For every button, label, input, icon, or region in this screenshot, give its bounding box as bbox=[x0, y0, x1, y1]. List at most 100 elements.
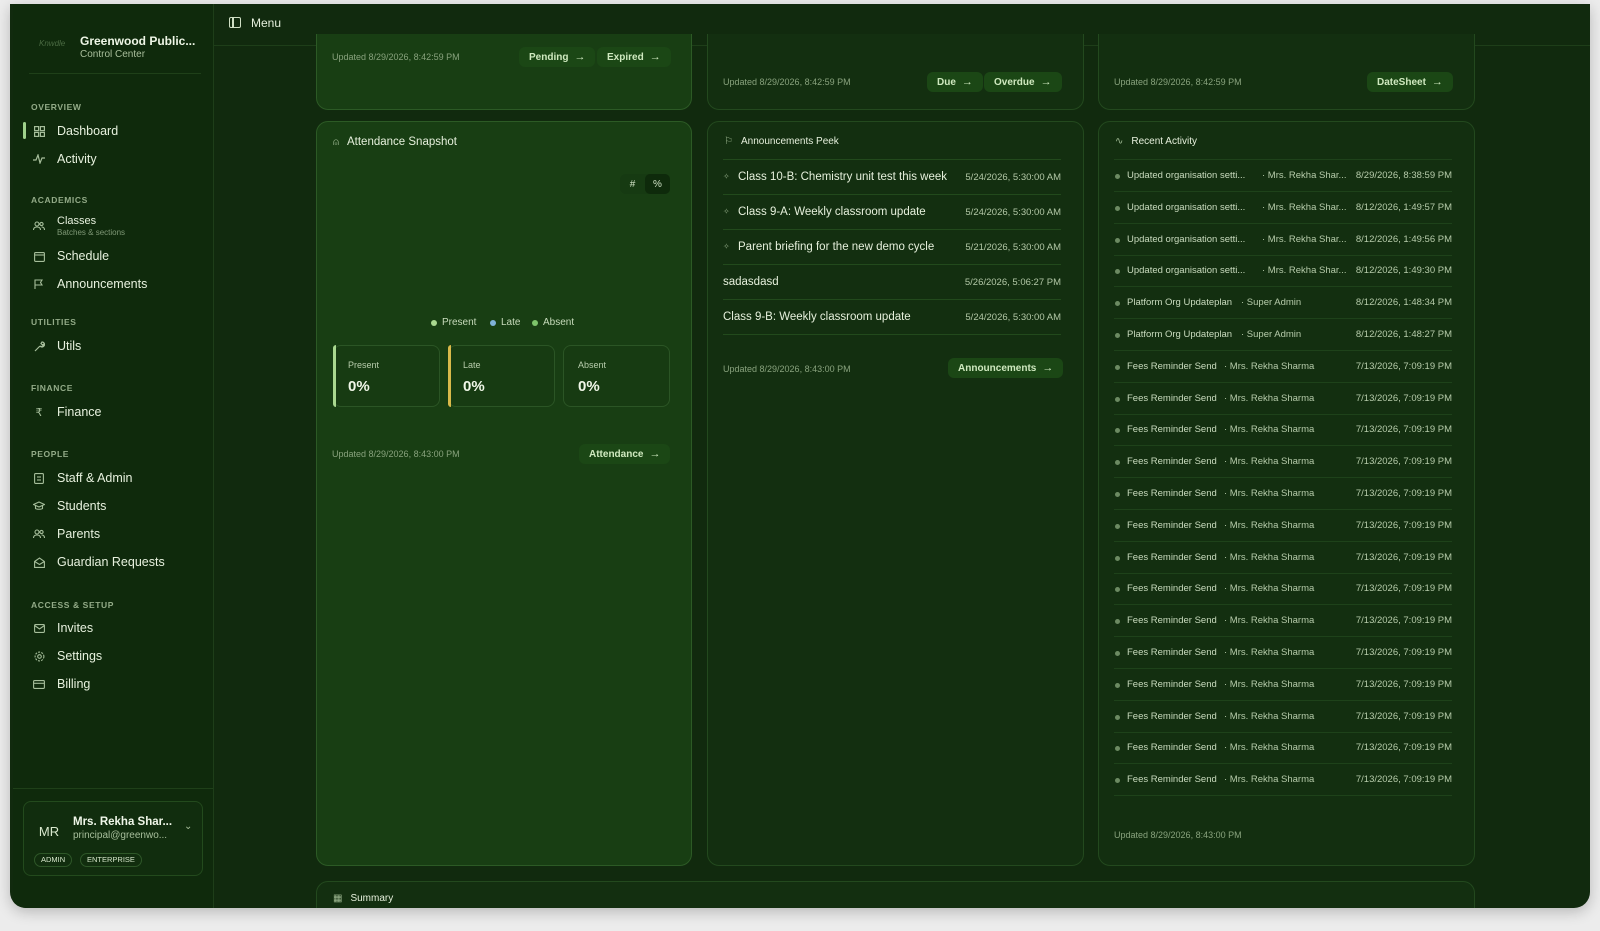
activity-actor: · Mrs. Rekha Sharma bbox=[1224, 615, 1315, 627]
activity-item[interactable]: Fees Reminder Send · Mrs. Rekha Sharma 7/1… bbox=[1114, 510, 1452, 542]
activity-item[interactable]: Fees Reminder Send · Mrs. Rekha Sharma 7/1… bbox=[1114, 637, 1452, 669]
plan-badge: ENTERPRISE bbox=[80, 853, 142, 867]
card-title-text: Summary bbox=[350, 893, 394, 904]
activity-title: Updated organisation setti... bbox=[1127, 201, 1246, 213]
announcement-item[interactable]: ✧ Class 9-A: Weekly classroom update 5/24/… bbox=[723, 195, 1061, 230]
user-menu[interactable]: MR Mrs. Rekha Shar... principal@greenwo.… bbox=[23, 801, 203, 876]
sidebar-item-announcements[interactable]: Announcements bbox=[27, 272, 207, 296]
attendance-link[interactable]: Attendance → bbox=[579, 444, 671, 464]
flag-icon bbox=[32, 277, 46, 291]
bullet-dot bbox=[1115, 714, 1120, 720]
activity-actor: · Super Admin bbox=[1241, 297, 1302, 309]
activity-item[interactable]: Fees Reminder Send · Mrs. Rekha Sharma 7/1… bbox=[1114, 383, 1452, 415]
overdue-link[interactable]: Overdue → bbox=[984, 72, 1062, 92]
activity-item[interactable]: Fees Reminder Send · Mrs. Rekha Sharma 7/1… bbox=[1114, 573, 1452, 606]
activity-title: Fees Reminder Send bbox=[1127, 774, 1217, 786]
mail-open-icon bbox=[32, 555, 46, 569]
sidebar-item-staff[interactable]: Staff & Admin bbox=[27, 466, 207, 490]
sidebar-item-label: Students bbox=[57, 499, 107, 513]
datesheet-link[interactable]: DateSheet → bbox=[1367, 72, 1453, 92]
avatar: MR bbox=[38, 823, 60, 839]
activity-title: Updated organisation setti... bbox=[1127, 233, 1246, 245]
sidebar-item-dashboard[interactable]: Dashboard bbox=[23, 119, 207, 143]
section-academics: ACADEMICS bbox=[31, 195, 88, 205]
sidebar-item-finance[interactable]: ₹ Finance bbox=[27, 400, 207, 424]
card-title-text: Recent Activity bbox=[1131, 136, 1197, 147]
sidebar-item-label: Settings bbox=[57, 649, 103, 663]
activity-item[interactable]: Fees Reminder Send · Mrs. Rekha Sharma 7/1… bbox=[1114, 414, 1452, 447]
sidebar-item-schedule[interactable]: Schedule bbox=[27, 244, 207, 268]
activity-item[interactable]: Fees Reminder Send · Mrs. Rekha Sharma 7/1… bbox=[1114, 764, 1452, 797]
activity-item[interactable]: Fees Reminder Send · Mrs. Rekha Sharma 7/1… bbox=[1114, 351, 1452, 383]
activity-item[interactable]: Fees Reminder Send · Mrs. Rekha Sharma 7/1… bbox=[1114, 605, 1452, 638]
activity-item[interactable]: Platform Org Updateplan · Super Admin 8/12… bbox=[1114, 287, 1452, 320]
sidebar-item-activity[interactable]: Activity bbox=[27, 147, 207, 171]
sidebar-item-guardian-requests[interactable]: Guardian Requests bbox=[27, 550, 207, 574]
sidebar-item-classes[interactable]: Classes Batches & sections bbox=[27, 212, 207, 240]
announcement-date: 5/24/2026, 5:30:00 AM bbox=[965, 172, 1061, 183]
activity-item[interactable]: Fees Reminder Send · Mrs. Rekha Sharma 7/1… bbox=[1114, 669, 1452, 701]
activity-time: 7/13/2026, 7:09:19 PM bbox=[1355, 488, 1452, 499]
brand[interactable]: Knwdle Greenwood Public... Control Cente… bbox=[29, 30, 201, 70]
sidebar-item-students[interactable]: Students bbox=[27, 494, 207, 518]
activity-title: Fees Reminder Send bbox=[1127, 742, 1217, 754]
sidebar-item-label: Announcements bbox=[57, 277, 148, 291]
activity-item[interactable]: Updated organisation setti... · Mrs. Rekh… bbox=[1114, 192, 1452, 224]
id-card-icon bbox=[32, 471, 46, 485]
toggle-percent[interactable]: % bbox=[645, 174, 670, 194]
calendar-icon bbox=[32, 249, 46, 263]
wrench-icon bbox=[32, 339, 46, 353]
activity-title: Fees Reminder Send bbox=[1127, 678, 1217, 690]
activity-time: 7/13/2026, 7:09:19 PM bbox=[1355, 392, 1452, 404]
activity-actor: · Mrs. Rekha Sharma bbox=[1224, 647, 1315, 658]
activity-item[interactable]: Updated organisation setti... · Mrs. Rekh… bbox=[1114, 224, 1452, 256]
due-link[interactable]: Due → bbox=[927, 72, 983, 92]
pending-link[interactable]: Pending → bbox=[519, 47, 596, 67]
legend-late: Late bbox=[490, 317, 520, 328]
activity-time: 7/13/2026, 7:09:19 PM bbox=[1355, 424, 1452, 436]
menu-label[interactable]: Menu bbox=[251, 16, 281, 30]
sidebar-toggle-icon[interactable] bbox=[229, 17, 241, 28]
activity-item[interactable]: Platform Org Updateplan · Super Admin 8/12… bbox=[1114, 319, 1452, 351]
legend-present: Present bbox=[431, 317, 476, 328]
sidebar-item-parents[interactable]: Parents bbox=[27, 522, 207, 546]
flag-icon: ⚐ bbox=[724, 136, 733, 147]
legend-label: Absent bbox=[543, 317, 575, 328]
activity-item[interactable]: Updated organisation setti... · Mrs. Rekh… bbox=[1114, 255, 1452, 288]
activity-actor: · Mrs. Rekha Sharma bbox=[1224, 742, 1315, 754]
sidebar-item-utils[interactable]: Utils bbox=[27, 334, 207, 358]
activity-item[interactable]: Fees Reminder Send · Mrs. Rekha Sharma 7/1… bbox=[1114, 478, 1452, 510]
sidebar-item-invites[interactable]: Invites bbox=[27, 616, 207, 640]
section-access: ACCESS & SETUP bbox=[31, 600, 115, 610]
stat-value: 0% bbox=[463, 378, 485, 395]
users-icon bbox=[32, 219, 46, 233]
activity-time: 8/12/2026, 1:49:56 PM bbox=[1355, 233, 1452, 245]
activity-item[interactable]: Fees Reminder Send · Mrs. Rekha Sharma 7/1… bbox=[1114, 542, 1452, 574]
announcement-item[interactable]: Class 9-B: Weekly classroom update 5/24/2… bbox=[723, 300, 1061, 335]
announcement-title: Class 9-B: Weekly classroom update bbox=[723, 311, 911, 323]
sidebar-item-billing[interactable]: Billing bbox=[27, 672, 207, 696]
pin-icon: ✧ bbox=[723, 207, 730, 216]
announcement-item[interactable]: ✧ Parent briefing for the new demo cycle 5… bbox=[723, 230, 1061, 265]
expired-link[interactable]: Expired → bbox=[597, 47, 671, 67]
activity-item[interactable]: Updated organisation setti... · Mrs. Rekh… bbox=[1114, 160, 1452, 192]
activity-item[interactable]: Fees Reminder Send · Mrs. Rekha Sharma 7/1… bbox=[1114, 701, 1452, 733]
activity-time: 7/13/2026, 7:09:19 PM bbox=[1355, 710, 1452, 722]
brand-logo: Knwdle bbox=[39, 39, 66, 48]
toggle-count[interactable]: # bbox=[620, 174, 645, 194]
announcement-date: 5/26/2026, 5:06:27 PM bbox=[964, 277, 1061, 288]
chevron-down-icon[interactable]: ⌄ bbox=[184, 821, 192, 832]
announcement-title: Class 9-A: Weekly classroom update bbox=[738, 206, 926, 218]
announcements-link[interactable]: Announcements → bbox=[948, 358, 1064, 378]
activity-item[interactable]: Fees Reminder Send · Mrs. Rekha Sharma 7/1… bbox=[1114, 732, 1452, 765]
pulse-icon: ∿ bbox=[1115, 136, 1124, 147]
announcement-item[interactable]: ✧ Class 10-B: Chemistry unit test this we… bbox=[723, 160, 1061, 195]
announcement-item[interactable]: sadasdasd 5/26/2026, 5:06:27 PM bbox=[723, 265, 1061, 300]
credit-card-icon bbox=[32, 677, 46, 691]
card-title-text: Attendance Snapshot bbox=[347, 136, 457, 148]
activity-item[interactable]: Fees Reminder Send · Mrs. Rekha Sharma 7/1… bbox=[1114, 446, 1452, 479]
arrow-right-icon: → bbox=[1040, 76, 1052, 88]
sidebar-item-settings[interactable]: Settings bbox=[27, 644, 207, 668]
bullet-dot bbox=[1115, 492, 1120, 497]
count-percent-toggle[interactable]: # % bbox=[620, 174, 670, 194]
